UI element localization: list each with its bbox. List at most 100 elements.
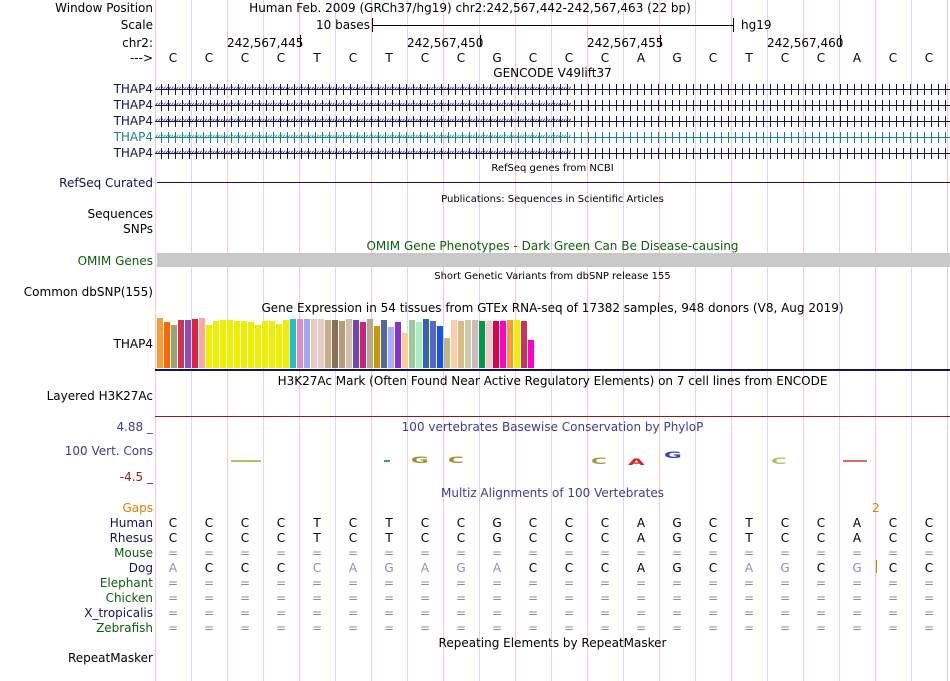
species-label[interactable]: Elephant [100, 576, 153, 590]
gtex-tissue-bar[interactable] [500, 321, 506, 368]
gencode-gene-label[interactable]: THAP4 [114, 98, 153, 112]
species-label[interactable]: X_tropicalis [84, 606, 153, 620]
gtex-tissue-bar[interactable] [444, 338, 450, 368]
gtex-tissue-bar[interactable] [381, 320, 387, 368]
aligned-base: = [203, 606, 215, 620]
omim-gene-bar[interactable] [157, 253, 950, 267]
gtex-tissue-bar[interactable] [353, 320, 359, 368]
base-cell: C [924, 51, 934, 65]
gencode-gene-label[interactable]: THAP4 [114, 82, 153, 96]
gtex-tissue-bar[interactable] [192, 319, 198, 368]
gencode-gene-label[interactable]: THAP4 [114, 146, 153, 160]
dbsnp-label[interactable]: Common dbSNP(155) [24, 285, 153, 299]
gtex-tissue-bar[interactable] [164, 322, 170, 368]
gtex-tissue-bar[interactable] [297, 319, 303, 368]
gtex-tissue-bar[interactable] [248, 322, 254, 368]
gtex-tissue-bar[interactable] [325, 320, 331, 368]
gtex-tissue-bar[interactable] [339, 321, 345, 368]
gtex-tissue-bar[interactable] [220, 320, 226, 368]
gencode-gene-line[interactable]: ‹‹‹‹‹‹‹‹‹‹‹‹‹‹‹‹‹‹‹‹‹‹‹‹‹‹‹‹‹‹‹‹‹‹‹‹‹‹‹‹… [155, 148, 950, 159]
gtex-tissue-bar[interactable] [346, 319, 352, 368]
gtex-gene-label[interactable]: THAP4 [114, 337, 153, 351]
gtex-tissue-bar[interactable] [374, 326, 380, 368]
aligned-base: C [924, 561, 934, 575]
gtex-tissue-bar[interactable] [178, 320, 184, 368]
gtex-tissue-bar[interactable] [409, 320, 415, 368]
gtex-tissue-bar[interactable] [493, 321, 499, 368]
species-label[interactable]: Human [110, 516, 153, 530]
species-label[interactable]: Chicken [106, 591, 153, 605]
gencode-gene-line[interactable]: ‹‹‹‹‹‹‹‹‹‹‹‹‹‹‹‹‹‹‹‹‹‹‹‹‹‹‹‹‹‹‹‹‹‹‹‹‹‹‹‹… [155, 116, 950, 127]
gtex-tissue-bar[interactable] [465, 320, 471, 368]
gtex-tissue-bar[interactable] [486, 321, 492, 368]
gtex-tissue-bar[interactable] [311, 319, 317, 368]
gtex-tissue-bar[interactable] [451, 320, 457, 368]
gtex-tissue-bar[interactable] [479, 321, 485, 368]
gtex-tissue-bar[interactable] [206, 325, 212, 368]
aligned-base: A [348, 561, 358, 575]
gtex-tissue-bar[interactable] [276, 324, 282, 368]
gtex-tissue-bar[interactable] [241, 321, 247, 368]
gtex-tissue-bar[interactable] [521, 321, 527, 368]
gtex-tissue-bar[interactable] [458, 321, 464, 368]
gtex-tissue-bar[interactable] [213, 321, 219, 368]
gencode-gene-line[interactable]: ‹‹‹‹‹‹‹‹‹‹‹‹‹‹‹‹‹‹‹‹‹‹‹‹‹‹‹‹‹‹‹‹‹‹‹‹‹‹‹‹… [155, 100, 950, 111]
gencode-gene-line[interactable]: ‹‹‹‹‹‹‹‹‹‹‹‹‹‹‹‹‹‹‹‹‹‹‹‹‹‹‹‹‹‹‹‹‹‹‹‹‹‹‹‹… [155, 132, 950, 143]
gtex-tissue-bar[interactable] [423, 319, 429, 368]
gtex-tissue-bar[interactable] [185, 320, 191, 368]
gtex-tissue-bar[interactable] [262, 321, 268, 368]
gencode-gene-label[interactable]: THAP4 [114, 114, 153, 128]
gtex-tissue-bar[interactable] [227, 320, 233, 368]
gtex-tissue-bar[interactable] [430, 321, 436, 368]
gencode-gene-label[interactable]: THAP4 [114, 130, 153, 144]
gtex-tissue-bar[interactable] [472, 320, 478, 368]
publications-snps-label[interactable]: SNPs [123, 222, 153, 236]
gencode-gene-line[interactable]: ‹‹‹‹‹‹‹‹‹‹‹‹‹‹‹‹‹‹‹‹‹‹‹‹‹‹‹‹‹‹‹‹‹‹‹‹‹‹‹‹… [155, 84, 950, 95]
gaps-label[interactable]: Gaps [122, 501, 153, 515]
gtex-tissue-bar[interactable] [269, 321, 275, 368]
gtex-tissue-bar[interactable] [507, 320, 513, 368]
gtex-tissue-bar[interactable] [367, 319, 373, 368]
gtex-tissue-bar[interactable] [157, 318, 163, 368]
aligned-base: = [635, 546, 647, 560]
phylop-label[interactable]: 100 Vert. Cons [65, 444, 153, 458]
species-label[interactable]: Mouse [114, 546, 153, 560]
gtex-tissue-bar[interactable] [514, 320, 520, 368]
species-label[interactable]: Rhesus [110, 531, 153, 545]
gtex-tissue-bar[interactable] [388, 327, 394, 368]
gtex-tissue-bar[interactable] [528, 340, 534, 368]
aligned-base: C [276, 516, 286, 530]
aligned-base: = [527, 591, 539, 605]
gtex-tissue-bar[interactable] [416, 322, 422, 368]
gtex-tissue-bar[interactable] [199, 318, 205, 368]
aligned-base: = [779, 576, 791, 590]
gtex-tissue-bar[interactable] [360, 322, 366, 368]
publications-sequences-label[interactable]: Sequences [88, 207, 153, 221]
aligned-base: = [203, 576, 215, 590]
base-cell: A [636, 51, 646, 65]
genome-browser-image[interactable]: Window Position Human Feb. 2009 (GRCh37/… [0, 0, 950, 681]
gtex-tissue-bar[interactable] [171, 325, 177, 368]
gtex-tissue-bar[interactable] [402, 333, 408, 368]
species-label[interactable]: Dog [129, 561, 153, 575]
gtex-expression-bars[interactable] [157, 318, 557, 368]
h3k27ac-label[interactable]: Layered H3K27Ac [47, 389, 153, 403]
gtex-tissue-bar[interactable] [255, 325, 261, 368]
gtex-tissue-bar[interactable] [395, 322, 401, 368]
gtex-tissue-bar[interactable] [332, 320, 338, 368]
gtex-tissue-bar[interactable] [437, 326, 443, 368]
refseq-curated-label[interactable]: RefSeq Curated [59, 176, 153, 190]
gtex-tissue-bar[interactable] [234, 321, 240, 368]
gtex-tissue-bar[interactable] [283, 320, 289, 368]
species-label[interactable]: Zebrafish [96, 621, 153, 635]
omim-genes-label[interactable]: OMIM Genes [78, 254, 153, 268]
phylop-logo-area[interactable]: GCCAGC [155, 448, 950, 474]
gtex-tissue-bar[interactable] [318, 319, 324, 368]
repeatmasker-label[interactable]: RepeatMasker [68, 651, 153, 665]
gtex-tissue-bar[interactable] [304, 319, 310, 368]
refseq-gene-line[interactable] [157, 182, 950, 183]
aligned-base: = [563, 576, 575, 590]
aligned-base: = [491, 546, 503, 560]
species-alignment-row: CCCCTCTCCGCCCAGCTCCACC [155, 516, 950, 530]
gtex-tissue-bar[interactable] [290, 319, 296, 368]
